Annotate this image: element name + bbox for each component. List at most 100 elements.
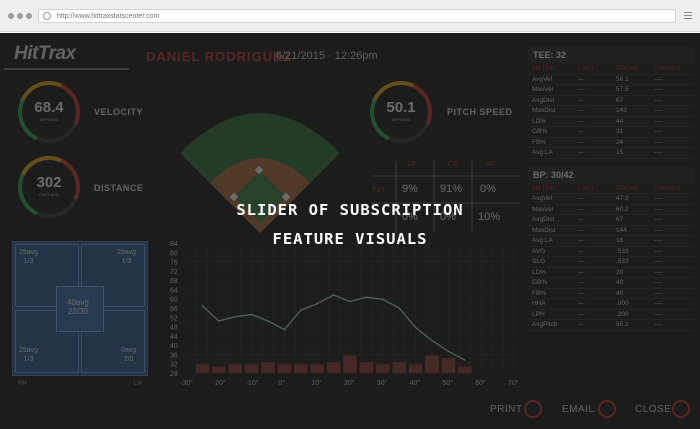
chart-bar bbox=[277, 364, 292, 373]
x-tick-label: 10° bbox=[311, 379, 322, 387]
data-point bbox=[234, 315, 236, 318]
column-header: LAST bbox=[578, 65, 595, 72]
row-label: TXT bbox=[372, 187, 386, 194]
table-cell: 40 bbox=[616, 289, 624, 297]
url-text: http://www.hittraxstatscenter.com bbox=[57, 13, 160, 20]
table-cell: MaxVel bbox=[532, 86, 554, 93]
x-tick-label: 70° bbox=[508, 379, 519, 387]
table-cell: --- bbox=[578, 128, 585, 135]
x-tick-label: 0° bbox=[278, 379, 285, 387]
table-row: FB% --- 40 ---- bbox=[528, 289, 694, 299]
y-tick-label: 76 bbox=[170, 260, 178, 267]
x-tick-label: 50° bbox=[442, 379, 453, 387]
y-tick-label: 80 bbox=[170, 250, 178, 257]
table-cell: 0% bbox=[480, 183, 496, 195]
address-bar[interactable]: http://www.hittraxstatscenter.com bbox=[38, 9, 676, 23]
email-icon[interactable] bbox=[598, 400, 616, 418]
table-row: LPH --- .200 ---- bbox=[528, 310, 694, 320]
data-point bbox=[283, 328, 286, 331]
window-dot-minimize[interactable] bbox=[17, 13, 23, 19]
data-point bbox=[447, 350, 450, 353]
x-tick-label: 60° bbox=[475, 379, 486, 387]
col-header-rf: RF bbox=[486, 161, 496, 168]
window-dot-close[interactable] bbox=[8, 13, 14, 19]
overlay-title-line-2: FEATURE VISUALS bbox=[272, 230, 428, 248]
tee-title: TEE: 32 bbox=[528, 47, 694, 64]
series-line bbox=[201, 294, 466, 361]
table-cell: ---- bbox=[654, 149, 663, 156]
tee-header-row: METRIC LAST TODAY TRENDS bbox=[528, 64, 694, 75]
table-cell: --- bbox=[578, 247, 585, 255]
logo-swoosh bbox=[3, 68, 130, 70]
hittrax-dashboard: HitTrax DANIEL RODRIGUEZ 6/21/2015 · 12:… bbox=[0, 33, 700, 429]
distance-label: DISTANCE bbox=[94, 183, 144, 193]
data-point bbox=[332, 294, 335, 296]
table-row: FB% --- 24 ---- bbox=[528, 138, 694, 148]
y-tick-label: 60 bbox=[170, 297, 178, 304]
table-cell: ---- bbox=[654, 75, 663, 83]
table-cell: --- bbox=[578, 96, 585, 104]
table-cell: ---- bbox=[654, 107, 663, 114]
column-header: METRIC bbox=[532, 184, 557, 192]
close-icon[interactable] bbox=[672, 400, 690, 418]
table-cell: MaxDist bbox=[532, 107, 556, 114]
table-cell: Avg LA bbox=[532, 149, 553, 156]
table-cell: --- bbox=[578, 107, 585, 114]
chart-bar bbox=[228, 364, 242, 373]
y-tick-label: 64 bbox=[170, 287, 178, 294]
print-icon[interactable] bbox=[524, 400, 542, 418]
data-point bbox=[431, 339, 433, 342]
table-row: LD% --- 44 ---- bbox=[528, 117, 694, 127]
pitch-speed-gauge: 50.1 MPH AVG bbox=[361, 72, 441, 152]
table-cell: FB% bbox=[532, 289, 547, 297]
table-cell: LD% bbox=[532, 117, 547, 125]
chart-bar bbox=[392, 362, 406, 373]
y-tick-label: 32 bbox=[170, 362, 178, 369]
data-point bbox=[250, 313, 253, 316]
table-cell: ---- bbox=[654, 86, 663, 93]
velocity-value: 68.4 bbox=[34, 99, 64, 116]
table-row: SLG --- .533 ---- bbox=[528, 257, 694, 268]
chart-bar bbox=[425, 355, 439, 373]
table-cell: ---- bbox=[654, 321, 663, 328]
hamburger-menu-icon[interactable] bbox=[684, 12, 692, 20]
data-point bbox=[464, 359, 466, 361]
data-point bbox=[349, 300, 351, 303]
table-cell: --- bbox=[578, 289, 585, 297]
pitch-speed-label: PITCH SPEED bbox=[447, 107, 513, 117]
stats-panel: TEE: 32 METRIC LAST TODAY TRENDS AvgVel --- 50… bbox=[528, 47, 694, 331]
chart-bar bbox=[359, 362, 374, 373]
x-tick-label: 40° bbox=[410, 379, 421, 387]
y-tick-label: 40 bbox=[170, 343, 178, 350]
velocity-gauge: 68.4 MPH AVG bbox=[9, 72, 89, 152]
email-label: EMAIL bbox=[562, 404, 595, 415]
y-tick-label: 36 bbox=[170, 352, 178, 359]
player-name: DANIEL RODRIGUEZ bbox=[146, 49, 292, 64]
table-cell: 9% bbox=[402, 183, 418, 195]
table-cell: 50.1 bbox=[616, 321, 629, 328]
data-point bbox=[201, 305, 204, 307]
y-tick-label: 68 bbox=[170, 278, 178, 285]
table-cell: ---- bbox=[654, 138, 663, 146]
chart-bar bbox=[294, 364, 308, 373]
pitch-speed-value: 50.1 bbox=[386, 99, 416, 116]
velocity-label: VELOCITY bbox=[94, 107, 144, 117]
data-point bbox=[267, 320, 269, 322]
table-row: Avg LA --- 15 ---- bbox=[528, 148, 694, 159]
table-cell: 20 bbox=[616, 268, 624, 276]
col-header-lf: LF bbox=[408, 161, 417, 168]
table-cell: ---- bbox=[654, 289, 663, 297]
chart-bar bbox=[408, 364, 423, 373]
table-cell: --- bbox=[578, 75, 585, 83]
column-header: TRENDS bbox=[654, 184, 681, 192]
x-tick-label: -30° bbox=[180, 379, 193, 387]
x-tick-label: 30° bbox=[377, 379, 388, 387]
table-cell: 24 bbox=[616, 138, 624, 146]
table-cell: --- bbox=[578, 321, 585, 328]
data-point bbox=[414, 326, 417, 329]
table-cell: 44 bbox=[616, 117, 624, 125]
window-dot-maximize[interactable] bbox=[26, 13, 32, 19]
table-cell: GB% bbox=[532, 279, 548, 286]
data-point bbox=[316, 302, 318, 305]
table-cell: --- bbox=[578, 279, 585, 286]
